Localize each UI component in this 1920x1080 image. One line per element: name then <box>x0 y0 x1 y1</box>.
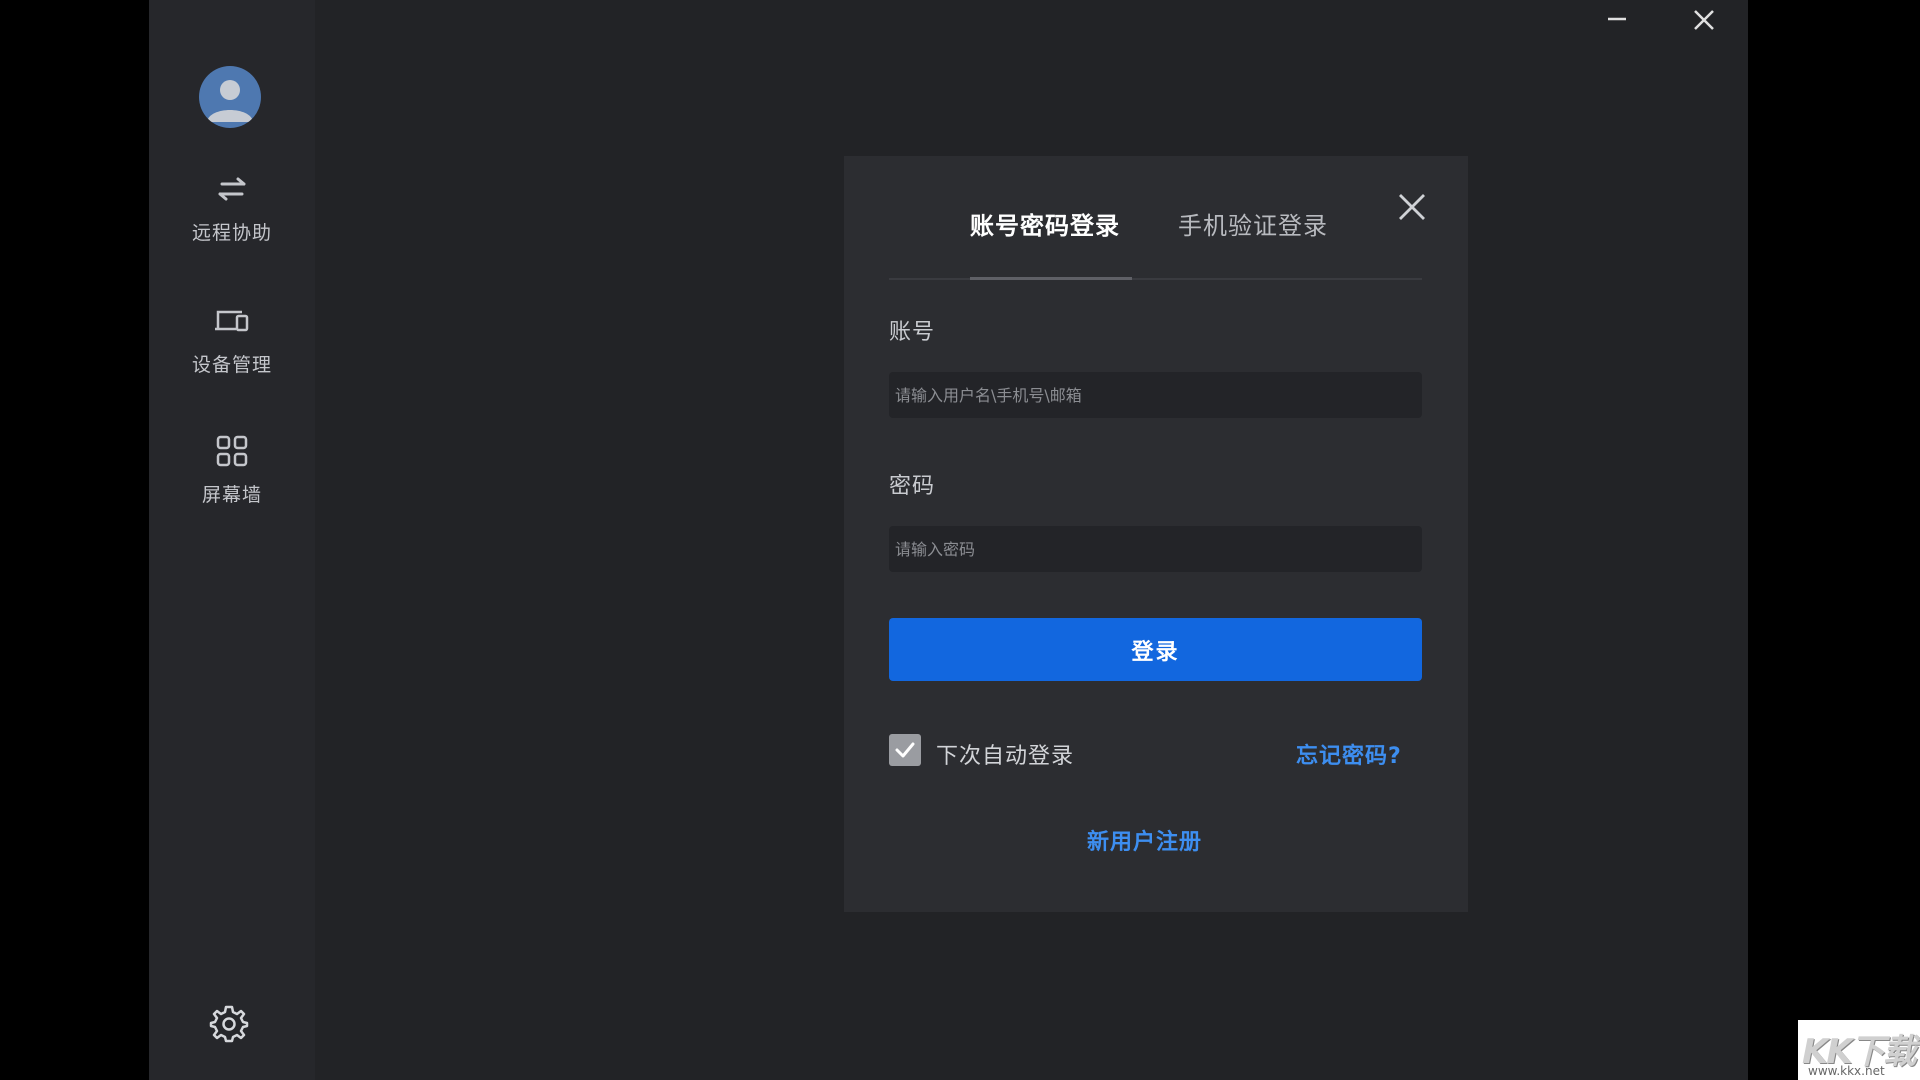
minimize-icon[interactable] <box>1597 2 1637 42</box>
sidebar: 远程协助 设备管理 屏幕墙 <box>149 0 315 1080</box>
account-input[interactable] <box>889 372 1422 418</box>
swap-arrows-icon <box>218 177 246 201</box>
tab-divider <box>889 278 1422 280</box>
gear-icon[interactable] <box>209 1004 249 1044</box>
close-icon[interactable] <box>1392 188 1432 228</box>
account-label: 账号 <box>889 320 936 345</box>
active-tab-indicator <box>970 277 1132 280</box>
watermark-url: www.kkx.net <box>1808 1064 1885 1078</box>
register-link[interactable]: 新用户注册 <box>1087 824 1202 856</box>
user-avatar-icon[interactable] <box>199 66 261 128</box>
forgot-password-link[interactable]: 忘记密码? <box>1296 738 1402 770</box>
close-icon[interactable] <box>1684 2 1724 42</box>
auto-login-checkbox[interactable] <box>889 734 921 766</box>
sidebar-item-remote-assist[interactable]: 远程协助 <box>149 170 315 270</box>
password-input[interactable] <box>889 526 1422 572</box>
login-dialog: 账号密码登录 手机验证登录 账号 密码 登录 下次自动登录 忘记密码? 新用户注… <box>844 156 1468 912</box>
auto-login-label: 下次自动登录 <box>936 744 1075 769</box>
sidebar-item-screen-wall[interactable]: 屏幕墙 <box>149 432 315 532</box>
sidebar-item-device-management[interactable]: 设备管理 <box>149 302 315 402</box>
sidebar-item-label: 设备管理 <box>191 354 272 376</box>
tab-account-password-login[interactable]: 账号密码登录 <box>970 206 1120 246</box>
login-button[interactable]: 登录 <box>889 618 1422 681</box>
checkmark-icon <box>895 742 915 758</box>
sidebar-item-label: 远程协助 <box>191 222 272 244</box>
app-window: 远程协助 设备管理 屏幕墙 账号密码登录 手机验证登录 账号 请输入用户名\手机… <box>149 0 1748 1080</box>
password-label: 密码 <box>889 474 936 499</box>
watermark: KK下载 www.kkx.net <box>1798 1020 1920 1080</box>
devices-icon <box>215 310 249 332</box>
grid-icon <box>216 435 248 467</box>
tab-phone-verification-login[interactable]: 手机验证登录 <box>1178 206 1328 246</box>
sidebar-item-label: 屏幕墙 <box>201 484 262 506</box>
